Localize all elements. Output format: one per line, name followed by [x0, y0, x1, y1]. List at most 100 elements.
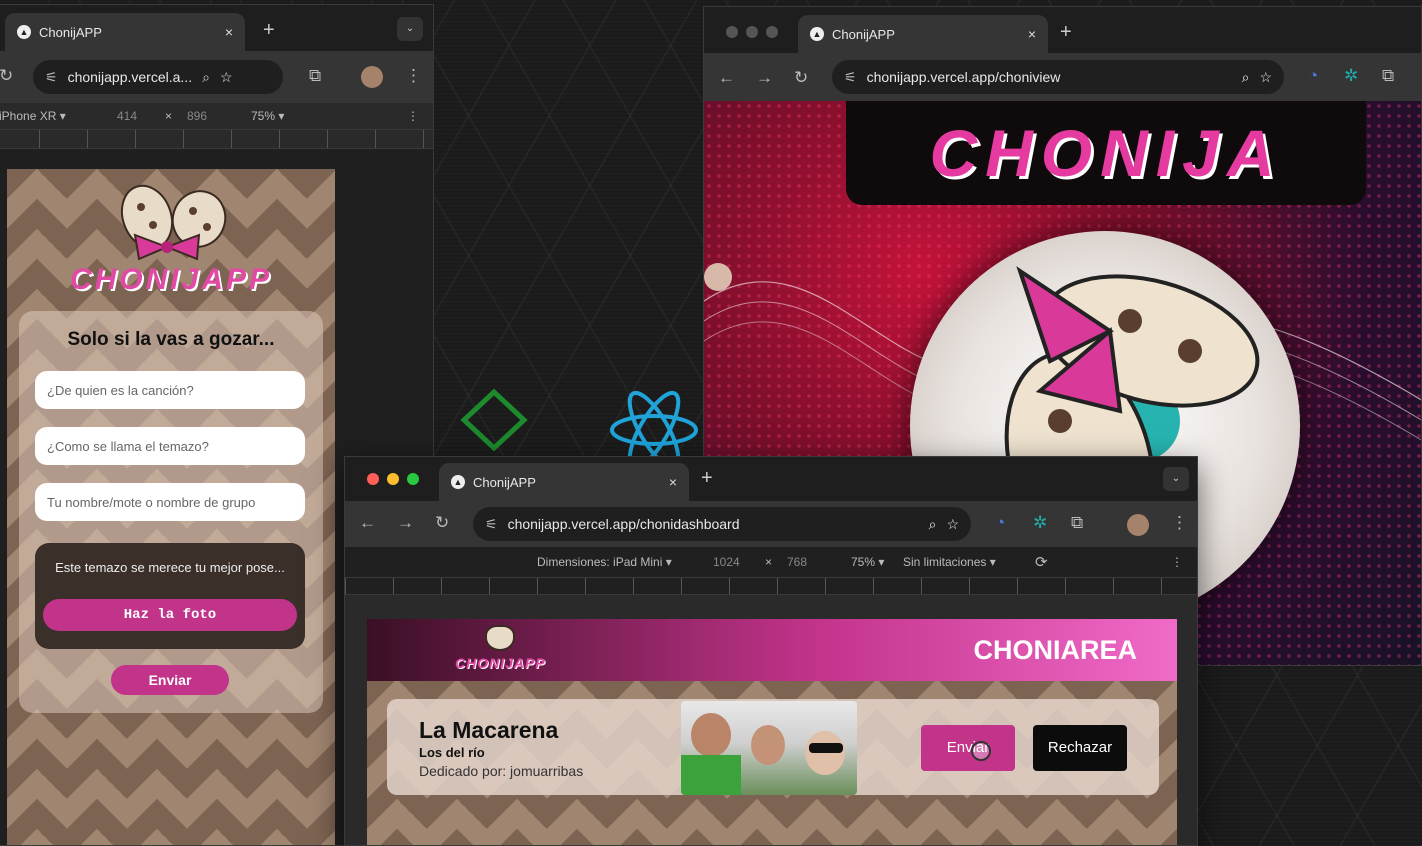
bookmark-star-icon[interactable]: ☆ [1259, 69, 1272, 86]
dimension-separator: × [165, 109, 173, 123]
new-tab-button[interactable]: + [263, 19, 275, 42]
minimize-dot[interactable] [746, 26, 758, 38]
header-title: CHONIAREA [973, 635, 1137, 665]
dashboard-app: CHONIJAPP CHONIAREA La Macarena Los del … [367, 619, 1177, 845]
forward-icon[interactable]: → [397, 513, 414, 533]
tab-strip: ▲ ChonijAPP × + [704, 7, 1421, 53]
menu-kebab-icon[interactable]: ⋮ [1171, 513, 1188, 533]
url-text: chonijapp.vercel.app/choniview [866, 69, 1061, 85]
throttle-select[interactable]: Sin limitaciones ▾ [903, 555, 996, 569]
extensions-icon[interactable]: ⧉ [1382, 66, 1394, 86]
close-tab-icon[interactable]: × [225, 24, 233, 40]
window-controls [367, 473, 419, 485]
address-bar[interactable]: ⚟ chonijapp.vercel.a... ⌕ ☆ [33, 60, 283, 94]
banner-box: CHONIJA [846, 101, 1366, 205]
request-photo [681, 701, 857, 795]
extension-blue-icon[interactable]: ◔ [1308, 66, 1318, 86]
url-text: chonijapp.vercel.a... [67, 69, 193, 85]
song-request-card: La Macarena Los del río Dedicado por: jo… [387, 699, 1159, 795]
zoom-select[interactable]: 75% ▾ [851, 555, 884, 569]
tab-search-button[interactable]: ⌄ [397, 17, 423, 41]
address-bar[interactable]: ⚟ chonijapp.vercel.app/chonidashboard ⌕ … [473, 507, 971, 541]
device-ruler [0, 129, 433, 149]
close-dot[interactable] [367, 473, 379, 485]
zoom-icon[interactable]: ⌕ [1242, 69, 1250, 86]
menu-kebab-icon[interactable]: ⋮ [405, 66, 422, 86]
site-settings-icon[interactable]: ⚟ [844, 69, 857, 86]
bookmark-star-icon[interactable]: ☆ [220, 69, 233, 86]
width-field[interactable]: 1024 [713, 555, 740, 569]
toolbar: ← → ↻ ⚟ chonijapp.vercel.app/choniview ⌕… [704, 53, 1421, 101]
new-tab-button[interactable]: + [701, 467, 713, 490]
height-field[interactable]: 896 [187, 109, 207, 123]
name-input[interactable]: Tu nombre/mote o nombre de grupo [35, 483, 305, 521]
song-dedicated: Dedicado por: jomuarribas [419, 763, 584, 779]
submit-button[interactable]: Enviar [111, 665, 229, 695]
device-select[interactable]: Dimensiones: iPad Mini ▾ [537, 555, 672, 569]
browser-tab[interactable]: ▲ ChonijAPP × [798, 15, 1048, 53]
site-settings-icon[interactable]: ⚟ [45, 69, 58, 86]
request-form-card: Solo si la vas a gozar... ¿De quien es l… [19, 311, 323, 713]
browser-tab[interactable]: ▲ ChonijAPP × [5, 13, 245, 51]
close-tab-icon[interactable]: × [1028, 26, 1036, 42]
device-select[interactable]: iPhone XR ▾ [0, 109, 66, 123]
extensions-icon[interactable]: ⧉ [309, 66, 321, 86]
take-photo-button[interactable]: Haz la foto [43, 599, 297, 631]
song-artist: Los del río [419, 745, 485, 760]
browser-tab[interactable]: ▲ ChonijAPP × [439, 463, 689, 501]
banner-title: CHONIJA [929, 116, 1283, 190]
close-dot[interactable] [726, 26, 738, 38]
sunglasses [809, 743, 843, 753]
reload-icon[interactable]: ↻ [435, 513, 449, 533]
person-face [751, 725, 785, 765]
mouse-cursor-icon [971, 741, 991, 761]
header-logo-icon [485, 625, 515, 651]
bookmark-star-icon[interactable]: ☆ [946, 516, 959, 533]
photo-prompt: Este temazo se merece tu mejor pose... [55, 560, 285, 575]
maximize-dot[interactable] [766, 26, 778, 38]
zoom-icon[interactable]: ⌕ [202, 69, 210, 86]
profile-avatar[interactable] [1127, 514, 1149, 536]
device-menu-icon[interactable]: ⋮ [1171, 555, 1183, 569]
reload-icon[interactable]: ↻ [0, 66, 13, 86]
url-text: chonijapp.vercel.app/chonidashboard [507, 516, 740, 532]
zoom-icon[interactable]: ⌕ [929, 516, 937, 533]
song-input[interactable]: ¿Como se llama el temazo? [35, 427, 305, 465]
toolbar: ← → ↻ ⚟ chonijapp.vercel.app/chonidashbo… [345, 501, 1197, 547]
new-tab-button[interactable]: + [1060, 21, 1072, 44]
back-icon[interactable]: ← [718, 68, 735, 88]
site-settings-icon[interactable]: ⚟ [485, 516, 498, 533]
mobile-app-viewport: CHONIJAPP Solo si la vas a gozar... ¿De … [7, 169, 335, 845]
minimize-dot[interactable] [387, 473, 399, 485]
person-face [805, 731, 845, 775]
address-bar[interactable]: ⚟ chonijapp.vercel.app/choniview ⌕ ☆ [832, 60, 1284, 94]
photo-section: Este temazo se merece tu mejor pose... H… [35, 543, 305, 649]
reload-icon[interactable]: ↻ [794, 68, 808, 88]
app-favicon-icon: ▲ [451, 475, 465, 489]
send-button[interactable]: Enviar [921, 725, 1015, 771]
tab-strip: ▲ ChonijAPP × + ⌄ [345, 457, 1197, 501]
height-field[interactable]: 768 [787, 555, 807, 569]
profile-avatar[interactable] [361, 66, 383, 88]
extension-blue-icon[interactable]: ◔ [995, 513, 1005, 533]
zoom-select[interactable]: 75% ▾ [251, 109, 284, 123]
rotate-icon[interactable]: ⟳ [1035, 553, 1048, 571]
width-field[interactable]: 414 [117, 109, 137, 123]
toolbar: ↻ ⚟ chonijapp.vercel.a... ⌕ ☆ ⧉ ⋮ [0, 51, 433, 103]
dimension-separator: × [765, 555, 773, 569]
reject-button[interactable]: Rechazar [1033, 725, 1127, 771]
back-icon[interactable]: ← [359, 513, 376, 533]
tab-search-button[interactable]: ⌄ [1163, 467, 1189, 491]
app-favicon-icon: ▲ [810, 27, 824, 41]
logo-text: CHONIJAPP [69, 263, 273, 296]
forward-icon[interactable]: → [756, 68, 773, 88]
close-tab-icon[interactable]: × [669, 474, 677, 490]
maximize-dot[interactable] [407, 473, 419, 485]
extensions-icon[interactable]: ⧉ [1071, 513, 1083, 533]
extension-teal-icon[interactable]: ✲ [1344, 66, 1358, 86]
device-toolbar: iPhone XR ▾ 414 × 896 75% ▾ ⋮ [0, 103, 433, 129]
extension-teal-icon[interactable]: ✲ [1033, 513, 1047, 533]
artist-input[interactable]: ¿De quien es la canción? [35, 371, 305, 409]
front-browser-window: ▲ ChonijAPP × + ⌄ ← → ↻ ⚟ chonijapp.verc… [344, 456, 1198, 846]
device-menu-icon[interactable]: ⋮ [407, 109, 419, 123]
